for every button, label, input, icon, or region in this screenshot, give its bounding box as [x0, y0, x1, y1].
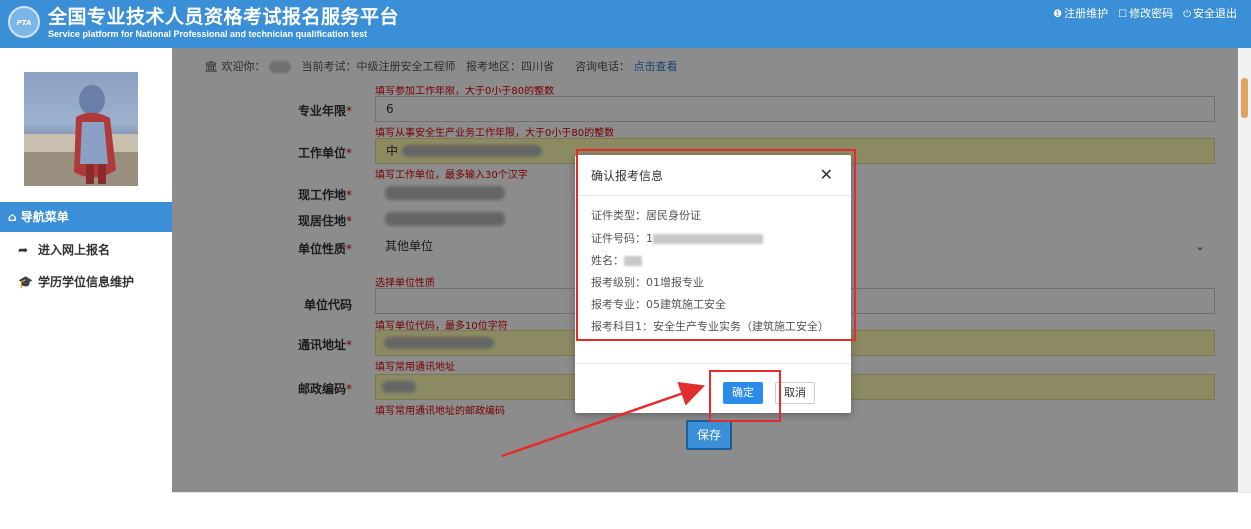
- top-links: ❶ 注册维护 ☐ 修改密码 ⏻ 安全退出: [1053, 5, 1237, 21]
- major-line: 报考专业：05建筑施工安全: [591, 298, 726, 311]
- dialog-title: 确认报考信息: [591, 169, 664, 183]
- blurred-name: [624, 256, 642, 266]
- page-footer: [172, 492, 1251, 529]
- info-icon: ❶: [1053, 9, 1063, 20]
- id-number-line: 证件号码：1: [591, 230, 763, 246]
- name-line: 姓名：: [591, 252, 642, 268]
- save-button[interactable]: 保存: [686, 420, 732, 450]
- change-password-link[interactable]: ☐ 修改密码: [1118, 5, 1173, 21]
- level-line: 报考级别：01增报专业: [591, 276, 704, 289]
- register-maintain-link[interactable]: ❶ 注册维护: [1053, 5, 1108, 21]
- confirm-dialog: 确认报考信息 ✕ 证件类型：居民身份证 证件号码：1 姓名： 报考级别：01增报…: [575, 155, 851, 413]
- power-icon: ⏻: [1183, 9, 1191, 20]
- logout-link[interactable]: ⏻ 安全退出: [1183, 5, 1237, 21]
- nav-menu-header: ⌂ 导航菜单: [0, 202, 172, 232]
- site-subtitle: Service platform for National Profession…: [48, 29, 368, 39]
- confirm-button[interactable]: 确定: [723, 382, 763, 404]
- site-title: 全国专业技术人员资格考试报名服务平台: [48, 6, 400, 28]
- scrollbar-thumb[interactable]: [1241, 78, 1248, 118]
- share-arrow-icon: ➦: [18, 243, 29, 257]
- sidebar-item-online-registration[interactable]: ➦ 进入网上报名: [0, 236, 172, 264]
- blurred-id-number: [653, 234, 763, 244]
- subject-line: 报考科目1：安全生产专业实务（建筑施工安全）: [591, 320, 829, 333]
- close-icon[interactable]: ✕: [820, 165, 833, 184]
- sidebar: ⌂ 导航菜单 ➦ 进入网上报名 🎓 学历学位信息维护: [0, 48, 172, 529]
- dialog-divider: [575, 195, 851, 196]
- sidebar-item-education-info[interactable]: 🎓 学历学位信息维护: [0, 268, 172, 296]
- home-icon: ⌂: [8, 210, 21, 224]
- page-scrollbar[interactable]: [1238, 48, 1251, 492]
- avatar: [24, 72, 138, 186]
- cancel-button[interactable]: 取消: [775, 382, 815, 404]
- id-type-line: 证件类型：居民身份证: [591, 209, 701, 222]
- app-header: PTA 全国专业技术人员资格考试报名服务平台 Service platform …: [0, 0, 1251, 48]
- edit-icon: ☐: [1118, 9, 1128, 20]
- graduation-cap-icon: 🎓: [18, 275, 33, 289]
- dialog-footer-divider: [575, 363, 851, 364]
- pta-logo-icon: PTA: [8, 6, 40, 38]
